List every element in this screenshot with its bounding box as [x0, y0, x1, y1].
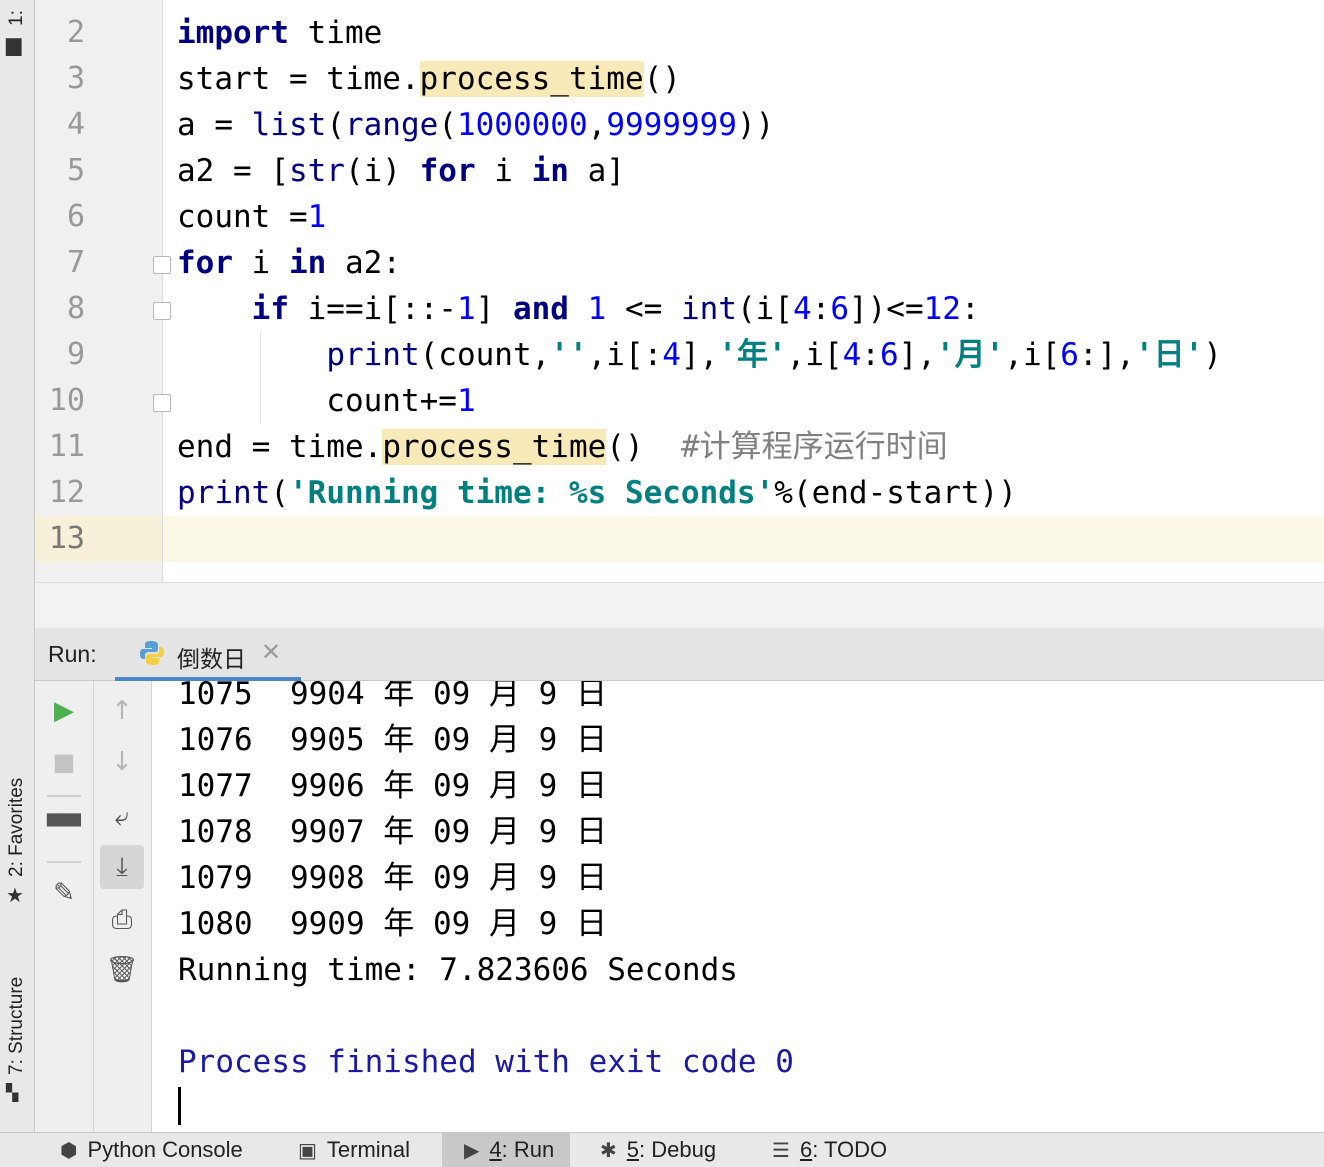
run-toolbar-primary: ▶ ■ ▀▀ ✎ — [35, 681, 94, 1132]
console-line: 1078 9907 年 09 月 9 日 — [178, 814, 607, 850]
code-line-7: for i in a2: — [177, 245, 401, 281]
terminal-icon: ▣ — [298, 1138, 317, 1162]
line-number: 4 — [66, 107, 85, 142]
run-label: Run: — [48, 641, 97, 667]
folder-icon: ▆ — [6, 34, 22, 56]
toolbar-separator — [47, 861, 81, 863]
todo-mnemonic: 6 — [799, 1137, 813, 1162]
console-line: 1076 9905 年 09 月 9 日 — [178, 722, 607, 758]
fold-marker[interactable] — [153, 256, 171, 274]
structure-icon: ▚ — [6, 1085, 19, 1102]
python-console-tab[interactable]: ⬢ Python Console — [60, 1133, 243, 1167]
line-number: 8 — [66, 291, 85, 326]
project-tab-label: 1: — [6, 10, 27, 26]
line-number: 9 — [66, 337, 85, 372]
line-number: 5 — [66, 153, 85, 188]
code-line-12: print('Running time: %s Seconds'%(end-st… — [177, 475, 1017, 511]
terminal-tab[interactable]: ▣ Terminal — [298, 1133, 410, 1167]
python-icon — [140, 641, 164, 665]
soft-wrap-icon[interactable]: ⤶ — [100, 795, 144, 839]
pin-icon[interactable]: ✎ — [42, 871, 86, 915]
line-number: 3 — [66, 61, 85, 96]
line-number: 12 — [48, 475, 85, 510]
rerun-play-icon[interactable]: ▶ — [42, 689, 86, 733]
console-line: 1077 9906 年 09 月 9 日 — [178, 768, 607, 804]
code-line-10: count+=1 — [177, 383, 476, 419]
terminal-label: Terminal — [326, 1137, 411, 1162]
layout-icon[interactable]: ▀▀ — [42, 805, 86, 849]
todo-tab[interactable]: ☰ 6: TODO — [772, 1133, 887, 1167]
code-line-5: a2 = [str(i) for i in a] — [177, 153, 625, 189]
debug-mnemonic: 5 — [626, 1137, 640, 1162]
editor-panel-divider[interactable] — [35, 582, 1324, 630]
line-number: 10 — [48, 383, 85, 418]
run-tab[interactable]: 倒数日 ✕ — [115, 628, 301, 681]
left-tool-strip: 1: ▆ 2: Favorites ★ 7: Structure ▚ — [0, 0, 35, 1132]
debug-tab-label: : Debug — [639, 1137, 717, 1162]
trash-icon[interactable]: 🗑 — [100, 948, 144, 992]
stop-icon[interactable]: ■ — [42, 740, 86, 784]
debug-tab[interactable]: ✱ 5: Debug — [600, 1133, 716, 1167]
console-line: 1075 9904 年 09 月 9 日 — [178, 681, 607, 712]
line-number: 6 — [66, 199, 85, 234]
arrow-down-icon[interactable]: ↓ — [100, 740, 144, 784]
line-number: 11 — [48, 429, 85, 464]
code-comment: #计算程序运行时间 — [680, 429, 948, 465]
list-icon: ☰ — [772, 1138, 790, 1162]
code-line-4: a = list(range(1000000,9999999)) — [177, 107, 775, 143]
line-number: 7 — [66, 245, 85, 280]
structure-tool-tab[interactable]: 7: Structure ▚ — [2, 955, 30, 1115]
scroll-to-end-icon[interactable]: ⤓ — [100, 845, 144, 889]
arrow-up-icon[interactable]: ↑ — [100, 689, 144, 733]
print-icon[interactable]: ⎙ — [100, 898, 144, 942]
code-line-2: import time — [177, 15, 383, 51]
todo-tab-label: : TODO — [812, 1137, 888, 1162]
run-tab-label: : Run — [501, 1137, 555, 1162]
run-tab-title: 倒数日 — [177, 646, 246, 672]
code-line-11: end = time.process_time() #计算程序运行时间 — [177, 429, 948, 465]
code-line-8: if i==i[::-1] and 1 <= int(i[4:6])<=12: — [251, 291, 980, 327]
fold-end-marker[interactable] — [153, 394, 171, 412]
favorites-tool-tab[interactable]: 2: Favorites ★ — [2, 755, 30, 915]
text-cursor — [178, 1087, 181, 1125]
fold-marker[interactable] — [153, 302, 171, 320]
project-tool-tab[interactable]: 1: ▆ — [2, 0, 30, 60]
console-output[interactable]: 1075 9904 年 09 月 9 日 1076 9905 年 09 月 9 … — [152, 681, 1324, 1132]
console-line: Running time: 7.823606 Seconds — [178, 952, 738, 988]
line-number-current: 13 — [48, 521, 85, 556]
code-line-9: print(count,'',i[:4],'年',i[4:6],'月',i[6:… — [326, 337, 1222, 373]
bottom-tool-bar: ⬢ Python Console ▣ Terminal ▶ 4: Run ✱ 5… — [0, 1132, 1324, 1167]
run-tool-tab[interactable]: ▶ 4: Run — [442, 1133, 571, 1167]
code-line-3: start = time.process_time() — [177, 61, 681, 97]
line-number: 2 — [66, 15, 85, 50]
structure-tab-label: 7: Structure — [6, 976, 27, 1075]
bug-icon: ✱ — [600, 1138, 617, 1162]
python-console-label: Python Console — [87, 1137, 243, 1162]
console-line: 1079 9908 年 09 月 9 日 — [178, 860, 607, 896]
toolbar-separator — [47, 795, 81, 797]
run-icon: ▶ — [464, 1138, 480, 1162]
code-line-6: count =1 — [177, 199, 327, 235]
favorites-tab-label: 2: Favorites — [6, 777, 27, 877]
run-toolbar-secondary: ↑ ↓ ⤶ ⤓ ⎙ 🗑 — [94, 681, 152, 1132]
console-line: 1080 9909 年 09 月 9 日 — [178, 906, 607, 942]
run-panel-header: Run: 倒数日 ✕ — [35, 628, 1324, 681]
code-editor[interactable]: 2 3 4 5 6 7 8 9 10 11 12 13 import time … — [35, 0, 1324, 582]
close-icon[interactable]: ✕ — [261, 638, 281, 667]
python-console-icon: ⬢ — [60, 1138, 78, 1162]
run-mnemonic: 4 — [489, 1137, 502, 1162]
star-icon: ★ — [6, 885, 24, 907]
console-exit-line: Process finished with exit code 0 — [178, 1044, 794, 1080]
current-line-highlight — [35, 516, 1324, 562]
